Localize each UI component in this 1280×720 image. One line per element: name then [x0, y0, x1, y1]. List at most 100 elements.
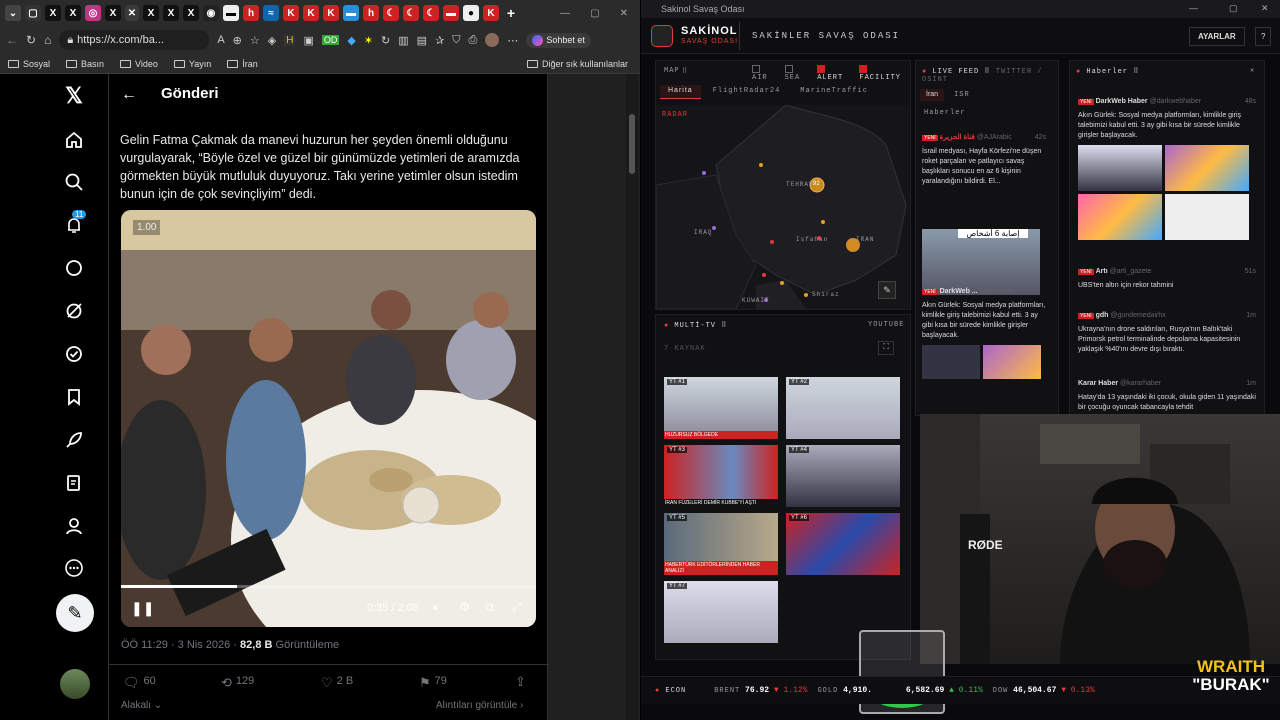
- tv-tile[interactable]: YT #5 HABERTÜRK EDİTÖRLERİNDEN HABER ANAL…: [664, 513, 778, 575]
- news-image[interactable]: [1078, 194, 1162, 240]
- filter-air[interactable]: AIR: [752, 65, 779, 82]
- tab-x-5[interactable]: X: [163, 5, 179, 21]
- post-timestamp[interactable]: ÖÖ 11:29 · 3 Nis 2026 ·: [121, 639, 240, 651]
- screenshot-icon[interactable]: ⎙: [469, 34, 478, 47]
- more-icon[interactable]: ⋯: [507, 34, 518, 47]
- grok-nav-icon[interactable]: [62, 299, 86, 323]
- tab-news-12[interactable]: ▬: [443, 5, 459, 21]
- tab-news-7[interactable]: ▬: [343, 5, 359, 21]
- url-field[interactable]: 🔒︎ https://x.com/ba...: [59, 30, 210, 50]
- reply-button[interactable]: 🗨︎ 60: [123, 675, 156, 691]
- tab-news-9[interactable]: ☾: [383, 5, 399, 21]
- tab-x-2[interactable]: X: [65, 5, 81, 21]
- settings-button[interactable]: AYARLAR: [1189, 27, 1245, 46]
- tv-tile[interactable]: YT #3 İRAN FÜZELERİ DEMİR KUBBE'Yİ AŞTI: [664, 445, 778, 507]
- pause-icon[interactable]: ❚❚: [131, 600, 154, 617]
- compose-post-button[interactable]: ✎: [56, 594, 94, 632]
- feed-item[interactable]: YENİ قناة الجزيرة @AJArabic 42s İsrail m…: [922, 133, 1046, 295]
- bookmark-folder[interactable]: Sosyal: [8, 59, 50, 69]
- view-quotes-link[interactable]: Alıntıları görüntüle ›: [436, 700, 523, 711]
- workspace-icon[interactable]: ▢: [25, 5, 41, 21]
- explore-nav-icon[interactable]: [62, 170, 86, 194]
- tab-x-4[interactable]: X: [143, 5, 159, 21]
- home-icon[interactable]: ⌂: [44, 33, 51, 47]
- favorite-icon[interactable]: ☆: [250, 34, 260, 47]
- extension-icon-4[interactable]: OD: [321, 35, 340, 45]
- tv-tile[interactable]: YT #2: [786, 377, 900, 439]
- news-image[interactable]: [1078, 145, 1162, 191]
- filter-sea[interactable]: SEA: [784, 65, 812, 82]
- tab-marinetraffic[interactable]: MarineTraffic: [792, 85, 876, 99]
- tab-news-8[interactable]: h: [363, 5, 379, 21]
- tab-x-3[interactable]: X: [105, 5, 121, 21]
- pencil-icon[interactable]: ✎: [878, 281, 896, 299]
- shield-icon[interactable]: ⛉: [452, 34, 460, 47]
- news-item[interactable]: YENİ Artı @arti_gazete 51s UBS'ten altın …: [1078, 267, 1256, 291]
- maximize-icon[interactable]: ▢: [590, 8, 599, 19]
- news-item[interactable]: YENİ gdh @gundemedairhx 1m Ukrayna'nın dr…: [1078, 311, 1256, 355]
- like-button[interactable]: ♡ 2 B: [321, 675, 353, 691]
- tab-other-1[interactable]: ◉: [203, 5, 219, 21]
- scrollbar-thumb[interactable]: [629, 114, 635, 174]
- feed-image[interactable]: [983, 345, 1041, 379]
- tab-news-14[interactable]: K: [483, 5, 499, 21]
- post-video[interactable]: 1.00 ❚❚ 0:35 / 2:08 🔈︎ ⚙ ⧉ ⤢: [121, 210, 536, 627]
- extension-icon-7[interactable]: ↻: [381, 34, 390, 47]
- close-panel-icon[interactable]: ✕: [1250, 66, 1255, 75]
- profile-nav-icon[interactable]: [62, 514, 86, 538]
- extension-icon-5[interactable]: ◆: [347, 34, 355, 47]
- minimize-icon[interactable]: —: [1189, 3, 1198, 13]
- tv-tile[interactable]: YT #4: [786, 445, 900, 507]
- tab-news-13[interactable]: ●: [463, 5, 479, 21]
- feed-image[interactable]: إصابة 6 أشخاص: [922, 229, 1040, 295]
- checkbox[interactable]: [784, 65, 793, 73]
- news-item[interactable]: Karar Haber @kararhaber 1m Hatay'da 13 ya…: [1078, 379, 1256, 413]
- bookmark-button[interactable]: ⚑ 79: [419, 675, 447, 691]
- tab-news-4[interactable]: K: [283, 5, 299, 21]
- close-window-icon[interactable]: ✕: [620, 8, 628, 19]
- back-icon[interactable]: ←: [6, 33, 18, 47]
- extension-icon-2[interactable]: H: [284, 34, 296, 46]
- bookmark-folder[interactable]: İran: [227, 59, 258, 69]
- tab-isr[interactable]: ISR: [948, 89, 976, 101]
- drag-icon[interactable]: ⠿: [682, 67, 688, 76]
- x-logo-icon[interactable]: 𝕏: [62, 83, 86, 108]
- tab-news-6[interactable]: K: [323, 5, 339, 21]
- feed-image[interactable]: [922, 345, 980, 379]
- help-button[interactable]: ?: [1255, 27, 1272, 46]
- news-image[interactable]: [1165, 145, 1249, 191]
- messages-nav-icon[interactable]: [62, 256, 86, 280]
- extension-icon-6[interactable]: ✶: [364, 34, 373, 47]
- tab-news-10[interactable]: ☾: [403, 5, 419, 21]
- tab-active-close[interactable]: ✕: [125, 5, 139, 21]
- refresh-icon[interactable]: ↻: [26, 33, 36, 47]
- fullscreen-icon[interactable]: ⤢: [512, 600, 522, 615]
- tab-instagram[interactable]: ◎: [85, 5, 101, 21]
- filter-alert[interactable]: ALERT: [817, 65, 853, 82]
- tab-news-2[interactable]: h: [243, 5, 259, 21]
- extension-icon-3[interactable]: ▣: [303, 34, 313, 47]
- tab-actions-icon[interactable]: ⌄: [5, 5, 21, 21]
- bookmark-folder[interactable]: Yayın: [173, 59, 211, 69]
- tv-tile[interactable]: YT #6: [786, 513, 900, 575]
- tab-news-11[interactable]: ☾: [423, 5, 439, 21]
- expand-icon[interactable]: ⛶: [878, 341, 894, 355]
- extension-icon-1[interactable]: ◈: [268, 34, 276, 47]
- bookmark-folder[interactable]: Basın: [66, 59, 104, 69]
- tab-news-5[interactable]: K: [303, 5, 319, 21]
- checkbox[interactable]: [752, 65, 760, 73]
- compose-article-nav-icon[interactable]: [62, 471, 86, 495]
- tv-tile[interactable]: YT #1 HUZURSUZ BÖLGEDE: [664, 377, 778, 439]
- share-icon[interactable]: ⇪: [515, 674, 526, 690]
- map-view[interactable]: RADAR TEHRAN IRAQ Isfahan IRAN Shiraz KU…: [656, 105, 910, 309]
- tab-harita[interactable]: Harita: [660, 85, 701, 99]
- account-avatar[interactable]: [60, 669, 90, 699]
- news-image[interactable]: [1165, 194, 1249, 240]
- maximize-icon[interactable]: ▢: [1229, 3, 1238, 14]
- tab-flightradar[interactable]: FlightRadar24: [705, 85, 789, 99]
- tv-tile[interactable]: YT #7: [664, 581, 778, 643]
- tab-x-1[interactable]: X: [45, 5, 61, 21]
- back-arrow-icon[interactable]: ←: [121, 86, 137, 104]
- bookmark-folder[interactable]: Video: [120, 59, 158, 69]
- read-aloud-icon[interactable]: A: [217, 34, 224, 46]
